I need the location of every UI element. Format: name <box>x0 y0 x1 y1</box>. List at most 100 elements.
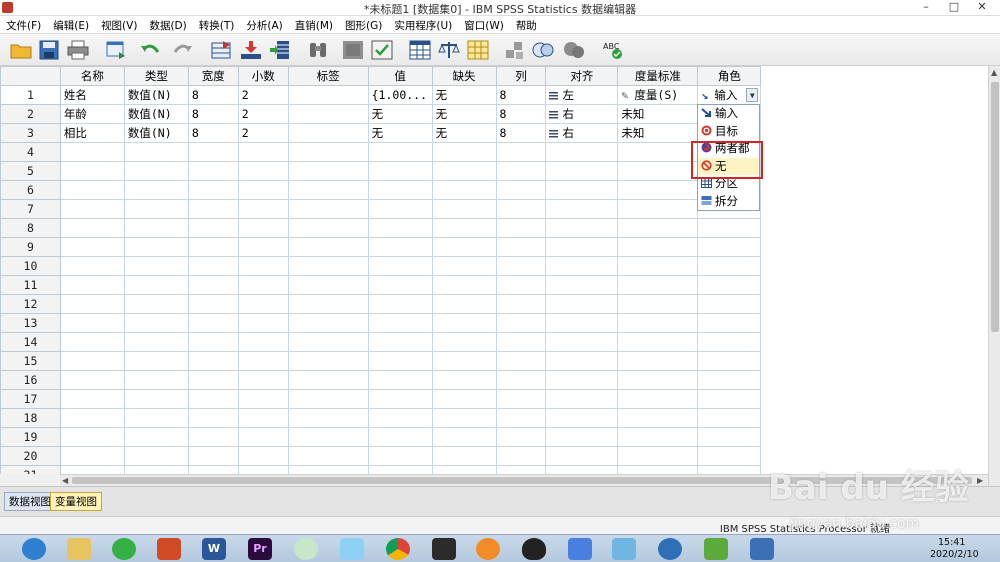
empty-cell[interactable] <box>431 199 497 219</box>
cell-decimals[interactable]: 2 <box>237 123 289 143</box>
goto-case-icon[interactable] <box>210 39 234 61</box>
cell-align[interactable]: 右 <box>545 104 619 124</box>
tab-data-view[interactable]: 数据视图 <box>4 492 56 511</box>
empty-cell[interactable] <box>123 370 189 390</box>
empty-cell[interactable] <box>123 408 189 428</box>
empty-cell[interactable] <box>59 370 125 390</box>
goto-variable-icon[interactable] <box>239 39 263 61</box>
empty-cell[interactable] <box>367 218 433 238</box>
empty-cell[interactable] <box>237 294 289 314</box>
row-number[interactable]: 2 <box>0 104 61 124</box>
row-number[interactable]: 7 <box>0 199 61 219</box>
role-option-input[interactable]: 输入 <box>698 105 759 123</box>
row-number[interactable]: 21 <box>0 465 61 474</box>
empty-cell[interactable] <box>123 389 189 409</box>
empty-cell[interactable] <box>617 256 699 276</box>
empty-cell[interactable] <box>495 332 547 352</box>
empty-cell[interactable] <box>287 161 369 181</box>
row-number[interactable]: 19 <box>0 427 61 447</box>
empty-cell[interactable] <box>287 427 369 447</box>
empty-cell[interactable] <box>617 427 699 447</box>
empty-cell[interactable] <box>187 446 239 466</box>
cell-values[interactable]: {1.00... <box>367 85 433 105</box>
empty-cell[interactable] <box>495 294 547 314</box>
empty-cell[interactable] <box>367 446 433 466</box>
empty-cell[interactable] <box>617 294 699 314</box>
cell-type[interactable]: 数值(N) <box>123 123 189 143</box>
empty-cell[interactable] <box>59 199 125 219</box>
cell-missing[interactable]: 无 <box>431 85 497 105</box>
empty-cell[interactable] <box>495 427 547 447</box>
vertical-scrollbar[interactable]: ▲ <box>988 66 1000 486</box>
empty-cell[interactable] <box>697 408 762 428</box>
empty-cell[interactable] <box>59 313 125 333</box>
empty-cell[interactable] <box>123 294 189 314</box>
empty-cell[interactable] <box>367 313 433 333</box>
value-labels-icon[interactable] <box>503 39 527 61</box>
empty-cell[interactable] <box>545 370 619 390</box>
empty-cell[interactable] <box>367 351 433 371</box>
empty-cell[interactable] <box>367 142 433 162</box>
empty-cell[interactable] <box>59 180 125 200</box>
app-icon[interactable] <box>568 538 592 560</box>
empty-cell[interactable] <box>287 294 369 314</box>
col-header-values[interactable]: 值 <box>367 66 433 86</box>
empty-cell[interactable] <box>545 180 619 200</box>
empty-cell[interactable] <box>545 161 619 181</box>
scroll-left-icon[interactable]: ◀ <box>62 476 68 485</box>
empty-cell[interactable] <box>495 275 547 295</box>
empty-cell[interactable] <box>545 465 619 474</box>
empty-cell[interactable] <box>617 408 699 428</box>
empty-cell[interactable] <box>697 389 762 409</box>
col-header-columns[interactable]: 列 <box>495 66 547 86</box>
empty-cell[interactable] <box>431 332 497 352</box>
row-number[interactable]: 13 <box>0 313 61 333</box>
file-explorer-icon[interactable] <box>67 538 91 560</box>
undo-icon[interactable] <box>139 39 163 61</box>
cell-columns[interactable]: 8 <box>495 104 547 124</box>
powerpoint-icon[interactable] <box>157 538 181 560</box>
menu-edit[interactable]: 编辑(E) <box>47 16 95 35</box>
empty-cell[interactable] <box>431 465 497 474</box>
empty-cell[interactable] <box>495 446 547 466</box>
row-number[interactable]: 12 <box>0 294 61 314</box>
col-header-align[interactable]: 对齐 <box>545 66 619 86</box>
cell-missing[interactable]: 无 <box>431 104 497 124</box>
show-all-variables-icon[interactable] <box>562 39 586 61</box>
cell-name[interactable]: 相比 <box>59 123 125 143</box>
empty-cell[interactable] <box>123 218 189 238</box>
empty-cell[interactable] <box>237 389 289 409</box>
empty-cell[interactable] <box>545 294 619 314</box>
empty-cell[interactable] <box>545 218 619 238</box>
empty-cell[interactable] <box>495 370 547 390</box>
empty-cell[interactable] <box>287 142 369 162</box>
empty-cell[interactable] <box>59 256 125 276</box>
empty-cell[interactable] <box>545 351 619 371</box>
empty-cell[interactable] <box>367 237 433 257</box>
menu-data[interactable]: 数据(D) <box>143 16 192 35</box>
empty-cell[interactable] <box>59 142 125 162</box>
empty-cell[interactable] <box>367 180 433 200</box>
role-option-split[interactable]: 拆分 <box>698 193 759 211</box>
empty-cell[interactable] <box>431 408 497 428</box>
empty-cell[interactable] <box>495 180 547 200</box>
empty-cell[interactable] <box>617 161 699 181</box>
empty-cell[interactable] <box>495 218 547 238</box>
vertical-scroll-thumb[interactable] <box>991 82 999 332</box>
empty-cell[interactable] <box>59 446 125 466</box>
empty-cell[interactable] <box>697 294 762 314</box>
word-icon[interactable]: W <box>202 538 226 560</box>
empty-cell[interactable] <box>287 465 369 474</box>
empty-cell[interactable] <box>59 294 125 314</box>
app-icon[interactable] <box>704 538 728 560</box>
qq-icon[interactable] <box>522 538 546 560</box>
empty-cell[interactable] <box>287 370 369 390</box>
browser-icon[interactable] <box>22 538 46 560</box>
col-header-role[interactable]: 角色 <box>697 66 762 86</box>
empty-cell[interactable] <box>123 446 189 466</box>
empty-cell[interactable] <box>697 218 762 238</box>
empty-cell[interactable] <box>431 218 497 238</box>
empty-cell[interactable] <box>187 180 239 200</box>
empty-cell[interactable] <box>431 389 497 409</box>
empty-cell[interactable] <box>495 142 547 162</box>
